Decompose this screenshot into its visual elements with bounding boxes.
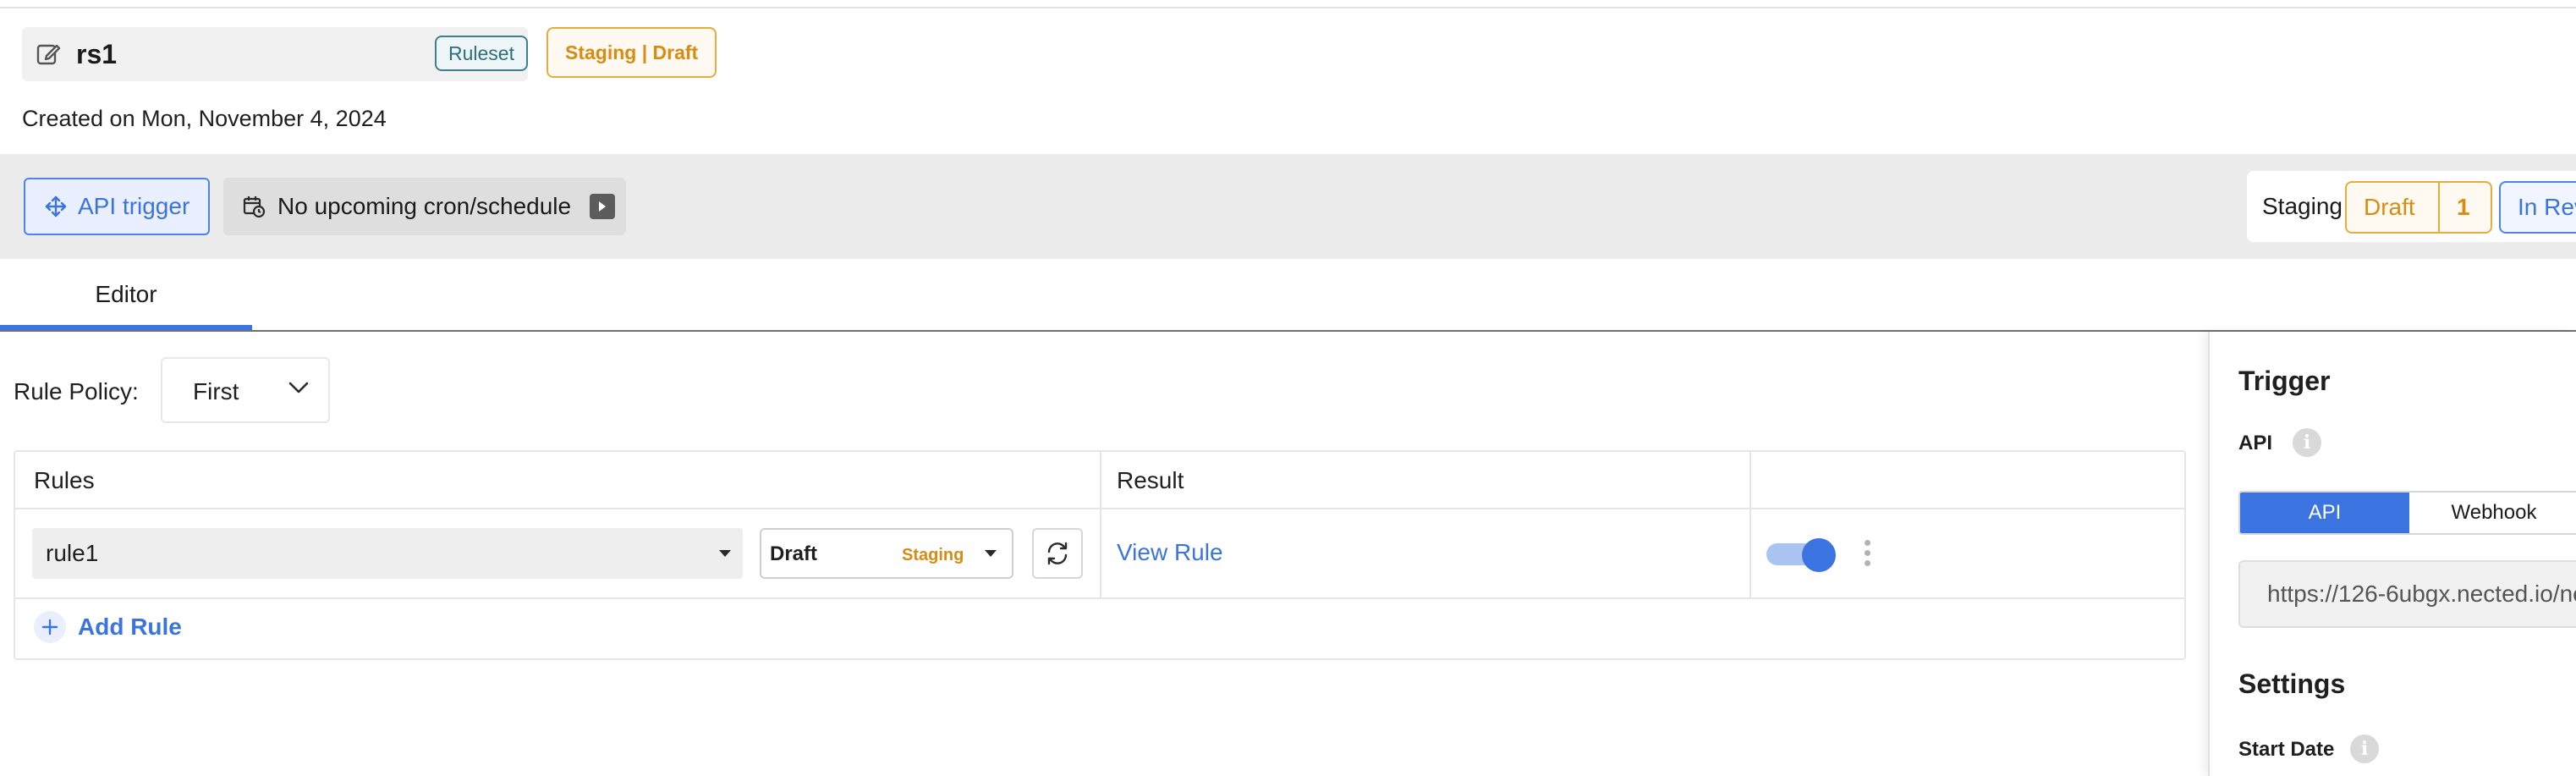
rule-policy-label: Rule Policy:: [14, 378, 139, 405]
trigger-settings-panel: Trigger API i API Webhook https://126-6u…: [2208, 332, 2576, 776]
add-rule-button[interactable]: Add Rule: [34, 611, 182, 643]
calendar-clock-icon: [243, 196, 266, 218]
api-url-field[interactable]: https://126-6ubgx.nected.io/nected/rule: [2238, 560, 2576, 628]
draft-count: 1: [2457, 194, 2470, 220]
rule-policy-value: First: [193, 378, 239, 405]
environment-label: Staging: [2262, 193, 2343, 219]
row-divider: [15, 597, 2184, 599]
rule-enabled-toggle[interactable]: [1766, 538, 1836, 572]
caret-down-icon: [719, 550, 731, 557]
rule-name: rule1: [46, 540, 99, 566]
cron-schedule-button[interactable]: No upcoming cron/schedule: [223, 178, 626, 235]
caret-down-icon: [985, 550, 997, 557]
ruleset-type-badge: Ruleset: [435, 36, 528, 71]
status-badge: Staging | Draft: [547, 27, 717, 78]
in-review-label: In Review: [2518, 194, 2576, 220]
trigger-bar: API trigger No upcoming cron/schedule St…: [0, 154, 2576, 259]
add-rule-label: Add Rule: [78, 614, 182, 640]
move-arrows-icon: [45, 195, 67, 217]
settings-title: Settings: [2238, 669, 2346, 699]
draft-version-button[interactable]: Draft 1: [2345, 181, 2492, 234]
edit-icon[interactable]: [36, 41, 61, 67]
info-icon[interactable]: i: [2350, 735, 2379, 763]
refresh-icon: [1047, 542, 1068, 565]
draft-divider: [2438, 183, 2440, 232]
result-column-header: Result: [1117, 467, 1184, 493]
segment-webhook[interactable]: Webhook: [2409, 493, 2576, 533]
refresh-button[interactable]: [1032, 528, 1083, 579]
rules-table: Rules Result rule1 Draft Staging View Ru…: [14, 450, 2186, 660]
toggle-knob: [1802, 538, 1836, 572]
segment-api[interactable]: API: [2240, 493, 2409, 533]
ruleset-name-field[interactable]: rs1 Ruleset: [22, 27, 528, 81]
top-divider: [0, 7, 2576, 8]
tabs-divider: [0, 330, 2576, 332]
view-rule-link[interactable]: View Rule: [1117, 537, 1223, 569]
chevron-right-icon[interactable]: [590, 194, 616, 219]
rule-select[interactable]: rule1: [32, 528, 743, 579]
tab-editor[interactable]: Editor: [0, 259, 252, 330]
info-icon[interactable]: i: [2293, 428, 2321, 457]
column-divider: [1749, 452, 1751, 599]
column-divider: [1100, 452, 1101, 599]
rules-column-header: Rules: [34, 467, 95, 493]
created-on-text: Created on Mon, November 4, 2024: [22, 106, 387, 131]
start-date-label: Start Date: [2238, 738, 2335, 761]
more-options-icon[interactable]: [1865, 540, 1871, 569]
draft-label: Draft: [2364, 194, 2415, 220]
rule-policy-select[interactable]: First: [161, 357, 330, 423]
in-review-button[interactable]: In Review: [2499, 181, 2576, 234]
cron-label: No upcoming cron/schedule: [277, 193, 572, 219]
api-trigger-button[interactable]: API trigger: [24, 178, 210, 235]
plus-icon: [34, 611, 66, 643]
trigger-title: Trigger: [2238, 366, 2331, 396]
rule-version-select[interactable]: Draft Staging: [760, 528, 1013, 579]
row-divider: [15, 508, 2184, 509]
ruleset-name: rs1: [76, 39, 118, 69]
trigger-type-toggle: API Webhook: [2238, 491, 2576, 535]
api-trigger-label: API trigger: [78, 193, 190, 219]
chevron-down-icon: [288, 382, 309, 394]
rule-environment-label: Staging: [902, 546, 964, 564]
rule-version-label: Draft: [770, 542, 818, 565]
environment-status-panel: Staging Draft 1 In Review: [2247, 171, 2576, 242]
api-url-value: https://126-6ubgx.nected.io/nected/rule: [2267, 581, 2576, 607]
api-label: API: [2238, 432, 2273, 454]
